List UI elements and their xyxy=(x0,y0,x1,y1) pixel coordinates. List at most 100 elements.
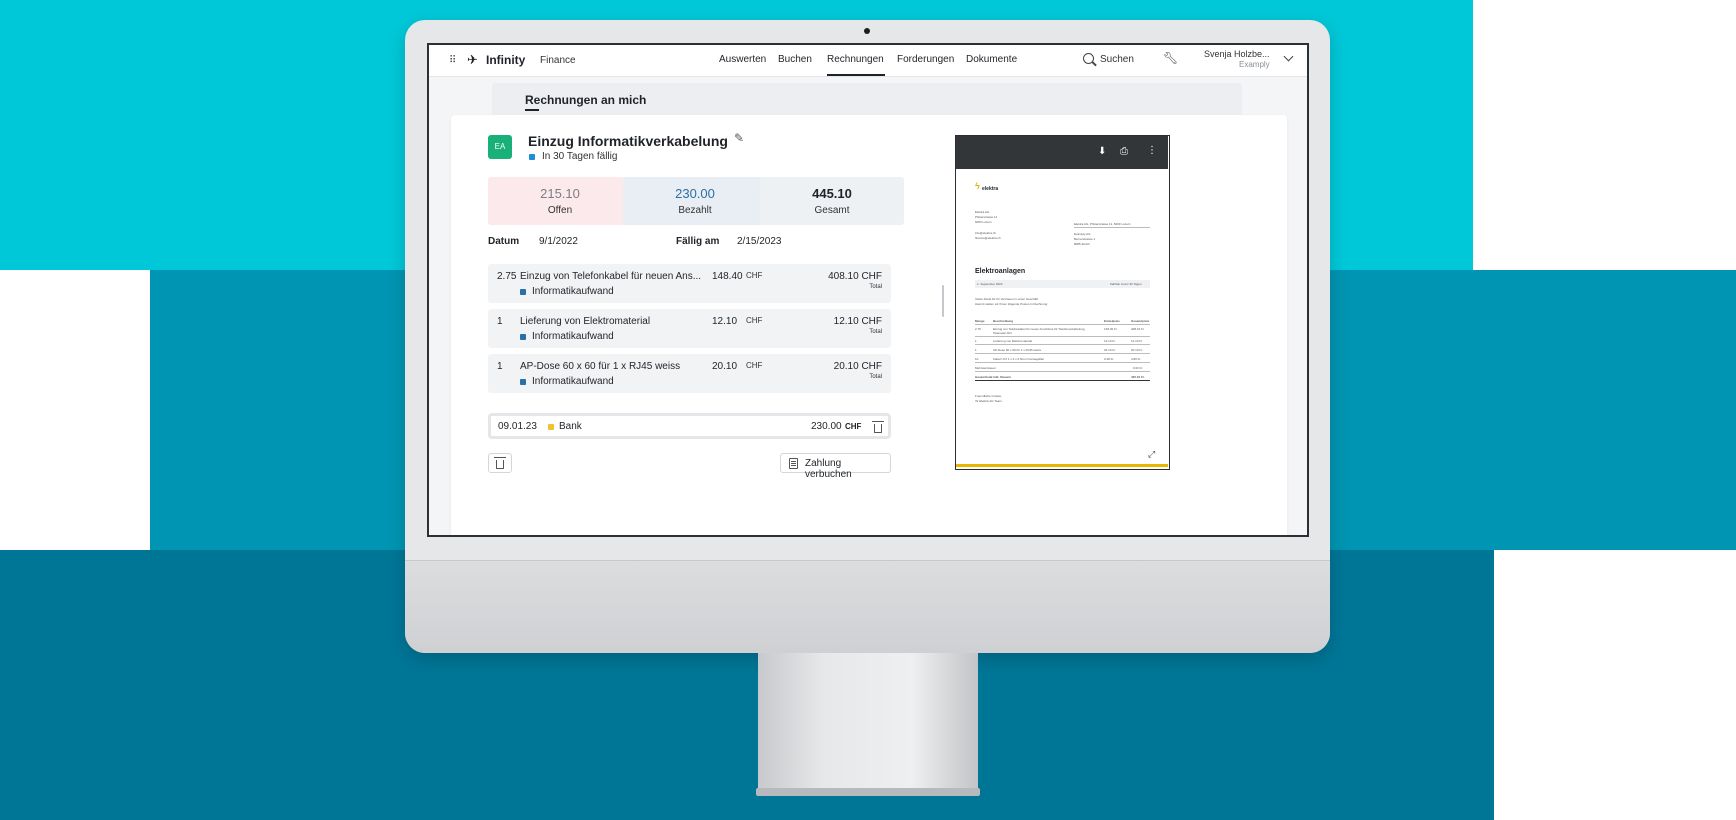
avatar: EA xyxy=(488,135,512,159)
payment-row[interactable]: 09.01.23 Bank 230.00 CHF xyxy=(488,413,891,439)
pdf-footer-bar xyxy=(956,464,1168,467)
section-heading-underline xyxy=(525,109,539,111)
delete-invoice-button[interactable] xyxy=(488,453,512,473)
pdf-vat-label: Mehrwertsteuer xyxy=(975,366,996,370)
summary-amount: 215.10 xyxy=(540,186,580,201)
pdf-row-qty: 2.75 xyxy=(975,327,981,331)
pdf-column-header: Einzelpreis xyxy=(1104,319,1120,323)
scrollbar[interactable] xyxy=(942,285,944,317)
user-name[interactable]: Svenja Holzbe... xyxy=(1204,49,1270,59)
document-icon xyxy=(789,458,798,469)
pdf-row-qty: 10 xyxy=(975,357,979,361)
invoice-detail-card: EA Einzug Informatikverkabelung ✎ In 30 … xyxy=(451,115,1287,535)
pdf-recipient-line: Bernerstrasse 1 xyxy=(1074,237,1096,241)
tab-auswerten[interactable]: Auswerten xyxy=(719,54,766,65)
pdf-row-total: 408.10 Fr. xyxy=(1131,327,1145,331)
line-total: 20.10 CHF xyxy=(833,361,882,372)
pdf-sender-line: Pfisterstrasse 11 xyxy=(975,215,998,219)
pdf-recipient-line: Examply AG xyxy=(1074,232,1091,236)
line-item[interactable]: 2.75 Einzug von Telefonkabel für neuen A… xyxy=(488,264,891,303)
paper-plane-logo-icon: ✈ xyxy=(467,52,478,67)
summary-label: Bezahlt xyxy=(678,205,712,216)
background-block xyxy=(0,270,150,550)
search-button-label[interactable]: Suchen xyxy=(1100,54,1134,65)
pdf-vat-value: 0.00 Fr. xyxy=(1133,366,1144,370)
pdf-intro-line: Vielen Dank für Ihr Vertrauen in unser G… xyxy=(975,297,1039,301)
print-icon[interactable]: ⎙ xyxy=(1120,146,1128,157)
line-item[interactable]: 1 Lieferung von Elektromaterial 12.10 CH… xyxy=(488,309,891,348)
top-navigation: ⠿ ✈ Infinity Finance Auswerten Buchen Re… xyxy=(429,45,1307,77)
pdf-divider xyxy=(975,336,1150,337)
summary-amount: 445.10 xyxy=(812,186,852,201)
pdf-row-price: 148.40 Fr. xyxy=(1104,327,1118,331)
book-payment-button[interactable]: Zahlung verbuchen xyxy=(780,453,891,480)
tab-dokumente[interactable]: Dokumente xyxy=(966,54,1017,65)
category-dot xyxy=(520,289,526,295)
pdf-sender-line: 6003 Luzern xyxy=(975,220,992,224)
pdf-row-desc: Kabel U72 1 x 4 x 0,5mm² hamagefliet xyxy=(993,357,1045,361)
line-description: AP-Dose 60 x 60 für 1 x RJ45 weiss xyxy=(520,361,681,372)
pencil-icon[interactable]: ✎ xyxy=(734,131,744,145)
line-quantity: 2.75 xyxy=(497,271,517,282)
lightning-logo-icon: ϟ xyxy=(975,181,980,191)
line-item[interactable]: 1 AP-Dose 60 x 60 für 1 x RJ45 weiss 20.… xyxy=(488,354,891,393)
download-icon[interactable]: ⬇ xyxy=(1098,146,1106,157)
tab-rechnungen[interactable]: Rechnungen xyxy=(827,54,884,65)
line-description: Einzug von Telefonkabel für neuen Ans... xyxy=(520,271,702,282)
pdf-row-price: 0.48 Fr. xyxy=(1104,357,1115,361)
pdf-closing-line: Ihr Elektra AG Team xyxy=(975,399,1002,403)
pdf-column-header: Beschreibung xyxy=(993,319,1014,323)
summary-label: Gesamt xyxy=(814,205,850,216)
pdf-row-qty: 1 xyxy=(975,339,977,343)
pdf-divider xyxy=(1074,227,1150,228)
apps-grid-icon[interactable]: ⠿ xyxy=(449,55,456,66)
pdf-page: ϟ elektra Elektra AG Pfisterstrasse 11 6… xyxy=(956,169,1168,466)
summary-amount: 230.00 xyxy=(675,186,715,201)
pdf-divider xyxy=(975,353,1150,354)
pdf-row-total: 20.10 Fr. xyxy=(1131,348,1143,352)
monitor-stand xyxy=(758,653,978,796)
pdf-row-price: 12.10 Fr. xyxy=(1104,339,1116,343)
invoice-title: Einzug Informatikverkabelung xyxy=(528,133,728,149)
pdf-viewer: ⬇ ⎙ ⋮ ϟ elektra Elektra AG Pfisterstrass… xyxy=(955,135,1170,470)
pdf-divider xyxy=(975,380,1150,381)
summary-total: 445.10 Gesamt xyxy=(760,177,904,225)
line-quantity: 1 xyxy=(497,361,503,372)
app-name[interactable]: Infinity xyxy=(486,53,525,67)
pdf-heading: Elektroanlagen xyxy=(975,268,1026,275)
pdf-grand-total-value: 445.10 Fr. xyxy=(1131,375,1145,379)
line-description: Lieferung von Elektromaterial xyxy=(520,316,651,327)
pdf-sender-line: Elektra AG xyxy=(975,210,990,214)
book-payment-label: Zahlung verbuchen xyxy=(805,458,852,480)
pdf-divider xyxy=(975,324,1150,325)
pdf-contact-line: info@elektra.ch xyxy=(975,231,996,235)
expand-icon[interactable]: ⤢ xyxy=(1148,449,1160,461)
pdf-return-address: Elektra AG, Pfisterstrasse 11, 6003 Luze… xyxy=(1074,222,1131,226)
category-dot xyxy=(520,334,526,340)
line-currency: CHF xyxy=(746,361,763,370)
line-total-label: Total xyxy=(869,374,882,380)
active-tab-indicator xyxy=(827,74,885,76)
more-vertical-icon[interactable]: ⋮ xyxy=(1147,145,1157,156)
pdf-date: 1. September 2022 xyxy=(977,282,1003,286)
pdf-row-desc: AP-Dose 60 x 60 für 1 x RJ45 weiss xyxy=(993,348,1042,352)
pdf-row-qty: 1 xyxy=(975,348,977,352)
tab-buchen[interactable]: Buchen xyxy=(778,54,812,65)
payment-account: Bank xyxy=(559,421,582,432)
line-total: 12.10 CHF xyxy=(833,316,882,327)
wrench-icon[interactable]: 🔧︎ xyxy=(1163,51,1178,65)
account-dot xyxy=(548,424,554,430)
pdf-intro-line: Hiermit stellen wir Ihnen folgende Poste… xyxy=(975,302,1049,306)
due-date-value: 2/15/2023 xyxy=(737,236,782,247)
chevron-down-icon[interactable] xyxy=(1283,51,1294,62)
background-block xyxy=(1494,550,1736,820)
user-company: Examply xyxy=(1239,60,1270,69)
pdf-divider xyxy=(975,371,1150,372)
trash-icon[interactable] xyxy=(872,421,884,433)
line-currency: CHF xyxy=(746,271,763,280)
pdf-row-desc: Einzug von Telefonkabel für neuen Anschl… xyxy=(993,327,1086,335)
search-icon[interactable] xyxy=(1083,53,1094,64)
pdf-logo-text: elektra xyxy=(982,186,999,192)
pdf-row-price: 20.10 Fr. xyxy=(1104,348,1116,352)
tab-forderungen[interactable]: Forderungen xyxy=(897,54,954,65)
